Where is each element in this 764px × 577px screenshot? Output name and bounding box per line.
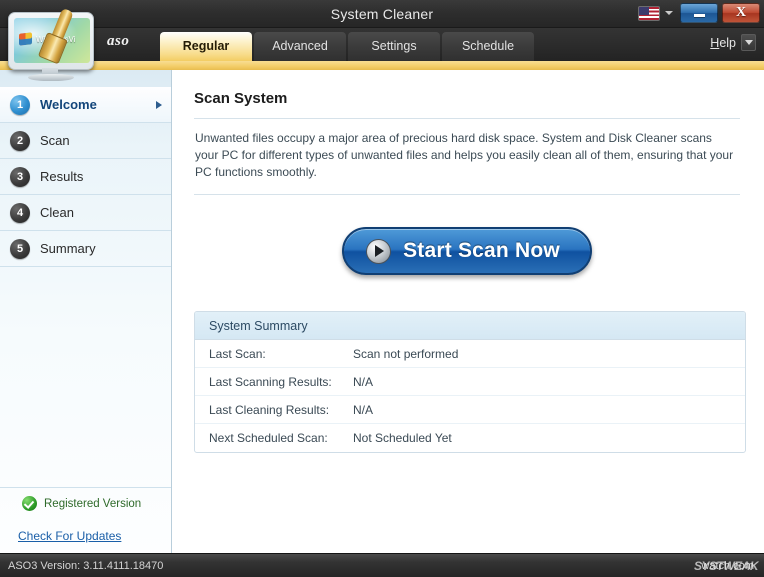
tab-settings[interactable]: Settings	[348, 32, 440, 61]
summary-value: N/A	[353, 402, 374, 417]
table-row: Last Cleaning Results: N/A	[195, 396, 745, 424]
tab-strip: aso Regular Advanced Settings Schedule H…	[0, 28, 764, 61]
start-scan-label: Start Scan Now	[403, 239, 560, 262]
step-badge-2: 2	[10, 130, 30, 151]
close-button[interactable]: X	[722, 3, 760, 23]
summary-key: Last Cleaning Results:	[209, 402, 330, 417]
page-title: Scan System	[194, 90, 288, 107]
table-row: Last Scan: Scan not performed	[195, 340, 745, 368]
play-circle-icon	[366, 238, 392, 264]
check-updates-row: Check For Updates	[0, 519, 171, 553]
summary-key: Last Scan:	[209, 346, 266, 361]
tab-advanced[interactable]: Advanced	[254, 32, 346, 61]
step-badge-4: 4	[10, 202, 30, 223]
table-row: Last Scanning Results: N/A	[195, 368, 745, 396]
us-flag-icon[interactable]	[638, 5, 660, 21]
summary-value: N/A	[353, 374, 374, 389]
check-for-updates-link[interactable]: Check For Updates	[18, 529, 121, 543]
window-controls: X	[638, 3, 760, 23]
sidebar-item-label: Scan	[40, 133, 70, 148]
sidebar: 1 Welcome 2 Scan 3 Results 4 Clean 5 Sum…	[0, 70, 172, 553]
scan-button-area: Start Scan Now	[194, 195, 740, 307]
tab-regular[interactable]: Regular	[160, 32, 252, 61]
start-scan-button[interactable]: Start Scan Now	[342, 227, 592, 275]
main-content: Scan System Unwanted files occupy a majo…	[172, 70, 764, 553]
sidebar-footer: Registered Version Check For Updates	[0, 487, 171, 553]
step-badge-3: 3	[10, 166, 30, 187]
minimize-button[interactable]	[680, 3, 718, 23]
body-area: 1 Welcome 2 Scan 3 Results 4 Clean 5 Sum…	[0, 70, 764, 553]
system-summary-header: System Summary	[195, 312, 745, 340]
summary-value: Scan not performed	[353, 346, 459, 361]
watermark-overlay: watch.com	[701, 560, 754, 572]
minimize-icon	[693, 13, 705, 17]
sidebar-item-clean[interactable]: 4 Clean	[0, 195, 171, 231]
step-badge-1: 1	[10, 94, 30, 115]
tab-schedule[interactable]: Schedule	[442, 32, 534, 61]
close-icon: X	[735, 5, 747, 20]
summary-key: Last Scanning Results:	[209, 374, 332, 389]
registered-version-label: Registered Version	[44, 497, 142, 510]
table-row: Next Scheduled Scan: Not Scheduled Yet	[195, 424, 745, 452]
sidebar-item-label: Results	[40, 169, 84, 184]
intro-paragraph: Unwanted files occupy a major area of pr…	[195, 131, 734, 179]
sidebar-item-summary[interactable]: 5 Summary	[0, 231, 171, 267]
step-badge-5: 5	[10, 238, 30, 259]
brand-aso-label: aso	[107, 33, 130, 49]
title-bar: System Cleaner X	[0, 0, 764, 28]
sidebar-item-results[interactable]: 3 Results	[0, 159, 171, 195]
help-rest: elp	[719, 35, 736, 50]
sidebar-item-label: Clean	[40, 205, 74, 220]
sidebar-item-welcome[interactable]: 1 Welcome	[0, 87, 171, 123]
summary-key: Next Scheduled Scan:	[209, 431, 328, 445]
sidebar-item-label: Summary	[40, 241, 96, 256]
sidebar-item-scan[interactable]: 2 Scan	[0, 123, 171, 159]
sidebar-top-spacer	[0, 70, 171, 87]
sidebar-item-label: Welcome	[40, 97, 97, 112]
version-label: ASO3 Version: 3.11.4111.18470	[8, 560, 164, 572]
check-circle-icon	[22, 496, 37, 511]
chevron-right-icon	[156, 100, 162, 109]
summary-value: Not Scheduled Yet	[353, 431, 452, 445]
chevron-down-icon	[744, 40, 753, 45]
tab-list: Regular Advanced Settings Schedule	[160, 32, 534, 61]
help-caret-box[interactable]	[741, 34, 756, 51]
gold-accent-strip	[0, 61, 764, 70]
chevron-down-icon[interactable]	[665, 11, 673, 15]
system-summary-panel: System Summary Last Scan: Scan not perfo…	[194, 311, 746, 453]
help-menu[interactable]: Help	[710, 34, 756, 51]
application-window: System Cleaner X aso Regular Advanced Se…	[0, 0, 764, 577]
status-bar: ASO3 Version: 3.11.4111.18470 SYSTWEAK w…	[0, 553, 764, 577]
help-label: Help	[710, 36, 736, 50]
help-accel: H	[710, 35, 720, 50]
registration-status: Registered Version	[0, 487, 171, 519]
